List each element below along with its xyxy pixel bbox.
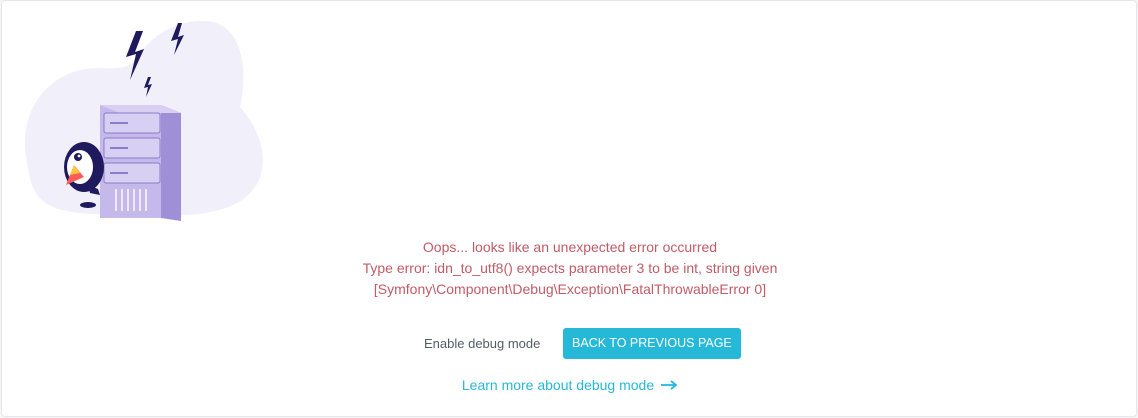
error-exception: [Symfony\Component\Debug\Exception\Fatal… xyxy=(373,281,767,297)
learn-more-row: Learn more about debug mode xyxy=(2,375,1138,395)
arrow-right-icon[interactable] xyxy=(660,375,678,395)
error-detail: Type error: idn_to_utf8() expects parame… xyxy=(362,260,778,276)
error-title: Oops... looks like an unexpected error o… xyxy=(422,239,718,255)
error-card: Oops... looks like an unexpected error o… xyxy=(1,0,1137,417)
learn-more-label: Learn more about debug mode xyxy=(461,377,655,393)
enable-debug-mode-link[interactable]: Enable debug mode xyxy=(414,328,550,359)
error-actions: Enable debug mode BACK TO PREVIOUS PAGE xyxy=(2,328,1138,359)
server-error-illustration xyxy=(18,17,270,227)
learn-more-debug-link[interactable]: Learn more about debug mode xyxy=(462,377,654,393)
back-to-previous-page-button[interactable]: BACK TO PREVIOUS PAGE xyxy=(563,328,741,359)
error-message: Oops... looks like an unexpected error o… xyxy=(2,237,1138,300)
